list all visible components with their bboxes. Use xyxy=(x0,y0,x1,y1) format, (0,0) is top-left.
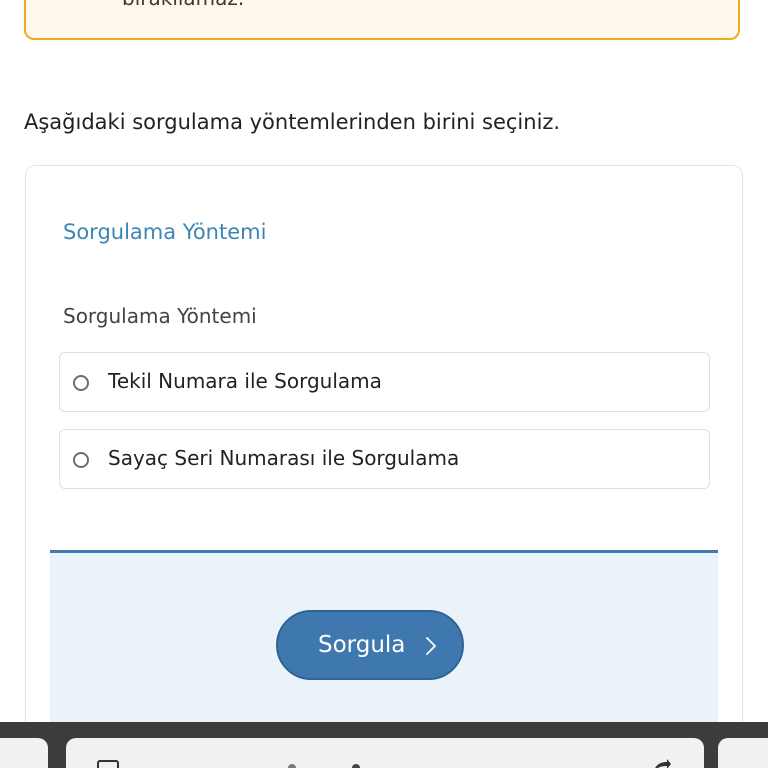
section-title: Sorgulama Yöntemi xyxy=(63,220,267,244)
address-bar[interactable] xyxy=(66,738,704,768)
warning-box: bırakılamaz.- xyxy=(24,0,740,40)
toolbar-left-button[interactable] xyxy=(0,738,48,768)
option-label: Sayaç Seri Numarası ile Sorgulama xyxy=(108,446,460,470)
toolbar-right-button[interactable] xyxy=(718,738,768,768)
option-label: Tekil Numara ile Sorgulama xyxy=(108,369,382,393)
chevron-right-icon xyxy=(426,637,436,655)
instruction-text: Aşağıdaki sorgulama yöntemlerinden birin… xyxy=(24,110,561,134)
field-label: Sorgulama Yöntemi xyxy=(63,304,257,328)
option-sayac-seri-numarasi[interactable]: Sayaç Seri Numarası ile Sorgulama xyxy=(59,429,710,489)
page: bırakılamaz.- Aşağıdaki sorgulama yöntem… xyxy=(0,0,768,768)
tabs-icon[interactable] xyxy=(97,760,119,768)
option-tekil-numara[interactable]: Tekil Numara ile Sorgulama xyxy=(59,352,710,412)
query-card: Sorgulama Yöntemi Sorgulama Yöntemi Teki… xyxy=(25,165,743,768)
loading-dot-icon xyxy=(288,764,296,768)
submit-label: Sorgula xyxy=(318,632,406,658)
submit-button[interactable]: Sorgula xyxy=(276,610,464,680)
radio-icon[interactable] xyxy=(73,452,89,468)
action-panel: Sorgula xyxy=(50,550,718,740)
radio-icon[interactable] xyxy=(73,375,89,391)
warning-text: bırakılamaz.- xyxy=(122,0,252,10)
loading-dot-icon xyxy=(352,764,360,768)
share-icon[interactable] xyxy=(652,758,672,768)
browser-toolbar xyxy=(0,722,768,768)
